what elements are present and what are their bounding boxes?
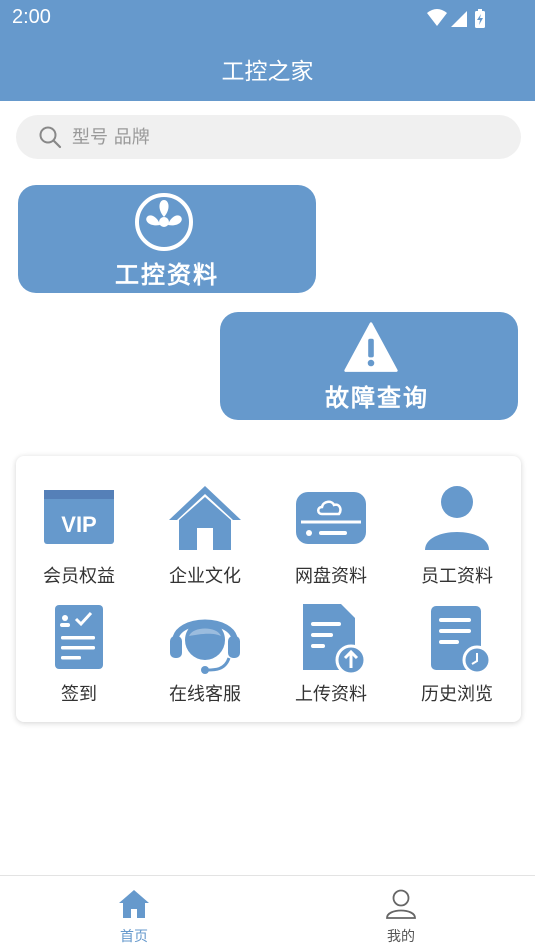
grid-item-staff[interactable]: 员工资料 xyxy=(394,484,520,604)
grid-item-upload[interactable]: 上传资料 xyxy=(268,604,394,724)
wifi-icon xyxy=(427,9,447,26)
function-grid: VIP 会员权益 企业文化 网盘资料 员工资料 签到 在线客服 上传资料 历史浏… xyxy=(16,456,521,722)
bottom-nav: 首页 我的 xyxy=(0,875,535,951)
status-icons xyxy=(427,9,485,28)
headset-icon xyxy=(170,619,240,674)
battery-icon xyxy=(475,9,485,28)
grid-item-signin[interactable]: 签到 xyxy=(16,604,142,724)
grid-label: 会员权益 xyxy=(43,566,115,587)
cloud-drive-icon xyxy=(296,492,366,544)
search-bar[interactable] xyxy=(16,115,521,159)
checklist-icon xyxy=(55,605,103,669)
home-icon xyxy=(119,890,149,918)
warning-icon xyxy=(344,322,398,372)
grid-label: 历史浏览 xyxy=(421,684,493,705)
vip-icon: VIP xyxy=(44,490,114,544)
home-icon xyxy=(169,486,241,550)
nav-item-home[interactable]: 首页 xyxy=(64,876,204,951)
person-icon xyxy=(425,486,489,550)
nav-item-mine[interactable]: 我的 xyxy=(331,876,471,951)
user-icon xyxy=(386,889,416,919)
grid-label: 在线客服 xyxy=(169,684,241,705)
grid-item-history[interactable]: 历史浏览 xyxy=(394,604,520,724)
grid-label: 上传资料 xyxy=(295,684,367,705)
page-title: 工控之家 xyxy=(221,59,314,85)
fan-icon xyxy=(135,193,193,251)
industrial-data-card[interactable]: 工控资料 xyxy=(18,185,316,293)
grid-label: 企业文化 xyxy=(169,566,241,587)
nav-label-mine: 我的 xyxy=(387,929,415,945)
grid-label: 员工资料 xyxy=(421,566,493,587)
grid-label: 网盘资料 xyxy=(295,566,367,587)
grid-item-vip[interactable]: VIP 会员权益 xyxy=(16,484,142,604)
grid-item-customer-service[interactable]: 在线客服 xyxy=(142,604,268,724)
industrial-data-label: 工控资料 xyxy=(115,261,219,289)
history-doc-icon xyxy=(431,606,492,675)
upload-doc-icon xyxy=(303,604,367,676)
search-input[interactable] xyxy=(72,121,492,153)
nav-label-home: 首页 xyxy=(120,929,148,945)
fault-query-card[interactable]: 故障查询 xyxy=(220,312,518,420)
search-icon xyxy=(39,126,62,149)
svg-text:VIP: VIP xyxy=(61,512,96,537)
grid-item-culture[interactable]: 企业文化 xyxy=(142,484,268,604)
grid-label: 签到 xyxy=(61,684,97,705)
app-header: 2:00 工控之家 xyxy=(0,0,535,101)
signal-icon xyxy=(451,11,467,27)
status-time: 2:00 xyxy=(12,6,51,28)
grid-item-cloud-drive[interactable]: 网盘资料 xyxy=(268,484,394,604)
fault-query-label: 故障查询 xyxy=(325,384,429,412)
